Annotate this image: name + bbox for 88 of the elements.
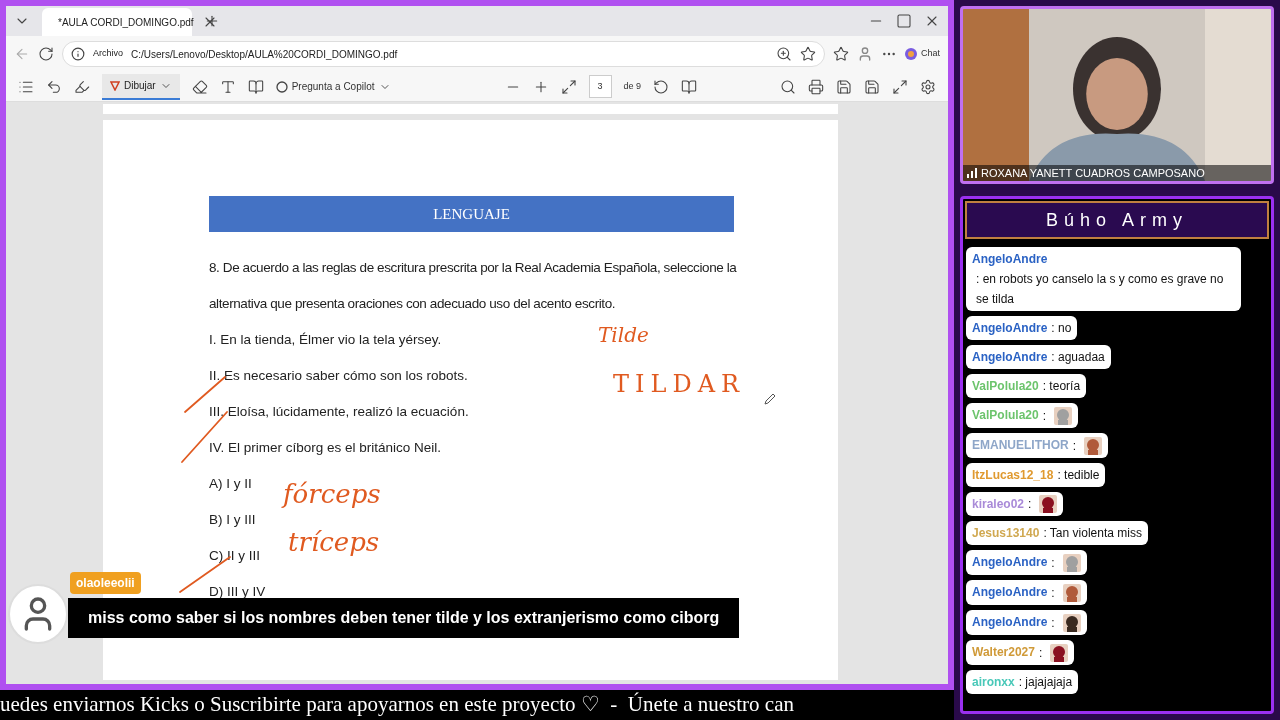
draw-button[interactable]: Dibujar: [102, 73, 180, 100]
save-as-icon[interactable]: [864, 78, 880, 95]
caption-username: olaoleeolii: [70, 572, 141, 594]
read-aloud-icon[interactable]: [247, 78, 264, 95]
emote-icon: [1054, 406, 1073, 425]
eraser-icon[interactable]: [191, 78, 208, 95]
chat-text: :: [1038, 644, 1043, 662]
address-label: Archivo: [93, 47, 123, 61]
address-bar[interactable]: Archivo C:/Users/Lenovo/Desktop/AULA%20CORDI_DOMINGO.pdf: [62, 41, 825, 67]
handwritten-note: Tilde: [598, 322, 649, 349]
chat-text: :: [1051, 614, 1055, 632]
chat-username: AngeloAndre: [972, 615, 1048, 630]
signal-icon: [967, 168, 977, 178]
page-total: de 9: [623, 79, 642, 93]
handwritten-note: tríceps: [288, 526, 380, 559]
highlighter-icon[interactable]: [74, 78, 90, 95]
chat-username: ValPolula20: [972, 379, 1039, 393]
page-view-icon[interactable]: [681, 78, 698, 95]
chat-username: aironxx: [972, 674, 1015, 689]
undo-icon[interactable]: [46, 78, 62, 95]
chat-username: AngeloAndre: [972, 555, 1048, 570]
chat-text: :: [1051, 585, 1055, 603]
copilot-icon: [905, 48, 917, 60]
profile-icon[interactable]: [857, 46, 873, 62]
favorites-icon[interactable]: [833, 46, 849, 62]
zoom-icon[interactable]: [776, 46, 792, 62]
copilot-button[interactable]: Pregunta a Copilot: [275, 79, 391, 94]
handwritten-note: TILDAR: [613, 369, 746, 400]
chat-username: ValPolula20: [972, 408, 1039, 422]
chat-text: :: [1072, 437, 1076, 455]
chat-title: Búho Army: [1045, 208, 1188, 232]
emote-icon: [1062, 554, 1081, 573]
search-icon[interactable]: [780, 78, 796, 95]
page-number-field[interactable]: 3: [588, 74, 612, 99]
statement-text: II. Es necesario saber cómo son los robots.: [209, 367, 468, 385]
emote-icon: [1084, 436, 1102, 455]
star-icon[interactable]: [800, 46, 816, 62]
answer-option: C) II y III: [209, 538, 260, 574]
answer-option: A) I y II: [209, 466, 252, 502]
ticker-text: uedes enviarnos Kicks o Suscribirte para apoyarnos en este proyecto ♡ - Únete a nuestro can: [0, 691, 794, 719]
chat-text: : Tan violenta miss: [1043, 525, 1142, 543]
answer-option: B) I y III: [209, 502, 256, 538]
fullscreen-icon[interactable]: [892, 78, 908, 95]
chat-text: :: [1042, 407, 1047, 425]
handwritten-note: fórceps: [283, 478, 381, 511]
chat-text: : no: [1051, 320, 1072, 337]
rotate-icon[interactable]: [653, 78, 670, 95]
chat-button[interactable]: Chat: [905, 47, 940, 61]
emote-icon: [1062, 584, 1081, 603]
participant-name: ROXANA YANETT CUADROS CAMPOSANO: [981, 165, 1205, 181]
emote-icon: [1039, 495, 1058, 514]
chat-username: AngeloAndre: [972, 585, 1048, 600]
caption-message: miss como saber si los nombres deben tener tilde y los extranjerismo como ciborg: [68, 598, 740, 638]
fit-page-icon[interactable]: [560, 78, 577, 95]
question-text: 8. De acuerdo a las reglas de escritura prescrita por la Real Academia Española, seleccione la alternativa que presenta oraciones con adecuado uso del acento escrito.: [209, 259, 738, 313]
save-icon[interactable]: [836, 78, 852, 95]
chat-username: AngeloAndre: [972, 252, 1048, 266]
settings-icon[interactable]: [920, 78, 936, 95]
chat-text: : teoría: [1042, 378, 1081, 395]
chat-username: EMANUELITHOR: [972, 437, 1069, 452]
emote-icon: [1050, 643, 1069, 662]
chat-username: AngeloAndre: [972, 350, 1048, 364]
copilot-icon: [275, 80, 288, 93]
chat-username: Jesus13140: [972, 526, 1040, 541]
chat-text: :: [1028, 496, 1032, 514]
chat-username: Walter2027: [972, 644, 1035, 659]
chat-username: ItzLucas12_18: [972, 467, 1054, 482]
chat-text: : tedible: [1057, 466, 1100, 484]
chat-text: : en robots yo canselo la s y como es grave no se tilda: [976, 271, 1225, 308]
reload-icon[interactable]: [38, 46, 54, 62]
print-icon[interactable]: [808, 78, 824, 95]
section-banner: LENGUAJE: [209, 196, 734, 232]
pencil-icon: [763, 392, 777, 406]
statement-text: I. En la tienda, Élmer vio la tela yérsey.: [209, 331, 442, 349]
emote-icon: [1062, 613, 1081, 632]
pen-icon: [110, 80, 120, 91]
chat-text: :: [1051, 555, 1055, 573]
tab-title: *AULA CORDI_DOMINGO.pdf: [58, 15, 194, 30]
chat-text: : jajajajaja: [1018, 673, 1073, 691]
chat-username: AngeloAndre: [972, 321, 1048, 335]
restore-icon[interactable]: [896, 13, 912, 29]
info-icon: [71, 47, 85, 61]
chat-text: : aguadaa: [1051, 349, 1105, 366]
address-url: C:/Users/Lenovo/Desktop/AULA%20CORDI_DOMINGO.pdf: [131, 47, 399, 62]
statement-text: IV. El primer cíborg es el británico Neil.: [209, 439, 442, 457]
statement-text: III. Eloísa, lúcidamente, realizó la ecuación.: [209, 403, 469, 421]
text-icon[interactable]: [219, 78, 236, 95]
chat-username: kiraleo02: [972, 496, 1025, 511]
